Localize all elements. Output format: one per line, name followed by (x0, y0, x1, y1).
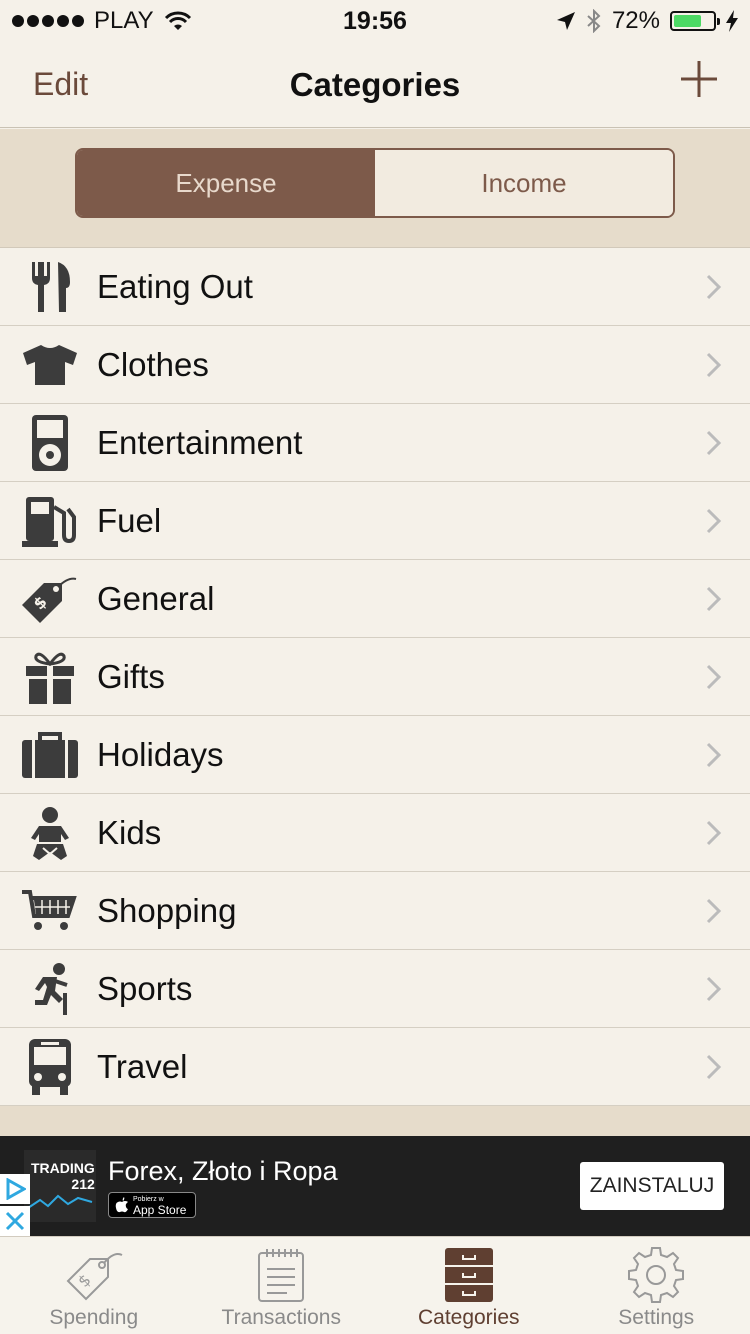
plus-icon (681, 61, 717, 97)
status-bar: PLAY 19:56 72% (0, 0, 750, 40)
chevron-right-icon (706, 586, 722, 612)
navigation-bar: Edit Categories (0, 40, 750, 128)
category-row-gifts[interactable]: Gifts (0, 638, 750, 716)
category-row-travel[interactable]: Travel (0, 1028, 750, 1106)
list-footer-background (0, 1106, 750, 1136)
shopping-cart-icon (22, 884, 78, 938)
status-right: 72% (556, 7, 738, 35)
chevron-right-icon (706, 1054, 722, 1080)
category-label: Holidays (97, 735, 224, 773)
bus-icon (22, 1039, 78, 1095)
category-label: Entertainment (97, 423, 303, 461)
chevron-right-icon (706, 664, 722, 690)
category-label: General (97, 579, 215, 617)
location-arrow-icon (556, 12, 575, 30)
category-label: Clothes (97, 345, 209, 383)
gift-icon (22, 650, 78, 704)
gear-icon (626, 1245, 686, 1305)
category-row-holidays[interactable]: Holidays (0, 716, 750, 794)
price-tag-icon: $ (64, 1245, 124, 1305)
bluetooth-icon (587, 9, 601, 33)
category-label: Eating Out (97, 267, 253, 305)
chevron-right-icon (706, 820, 722, 846)
app-store-badge[interactable]: Pobierz w App Store (108, 1192, 196, 1218)
runner-icon (22, 962, 78, 1016)
tab-label: Categories (417, 1306, 520, 1329)
category-row-shopping[interactable]: Shopping (0, 872, 750, 950)
chevron-right-icon (706, 274, 722, 300)
drawers-icon (439, 1245, 499, 1305)
svg-text:$: $ (74, 1270, 95, 1291)
category-row-clothes[interactable]: Clothes (0, 326, 750, 404)
charging-bolt-icon (726, 10, 738, 32)
ad-banner[interactable]: TRADING 212 Forex, Złoto i Ropa Pobierz … (0, 1136, 750, 1236)
category-label: Travel (97, 1047, 188, 1085)
tab-spending[interactable]: $ Spending (0, 1237, 188, 1334)
chevron-right-icon (706, 742, 722, 768)
ad-app-logo[interactable]: TRADING 212 (24, 1150, 96, 1222)
segment-expense[interactable]: Expense (77, 150, 375, 216)
ad-choices-button[interactable] (0, 1174, 30, 1204)
chevron-right-icon (706, 430, 722, 456)
segment-area: Expense Income (0, 129, 750, 248)
category-row-sports[interactable]: Sports (0, 950, 750, 1028)
price-tag-icon: $ (22, 572, 78, 626)
close-icon (5, 1211, 25, 1231)
baby-icon (22, 806, 78, 860)
tab-settings[interactable]: Settings (563, 1237, 750, 1334)
segment-income[interactable]: Income (375, 150, 673, 216)
tshirt-icon (22, 338, 78, 392)
category-label: Fuel (97, 501, 162, 539)
fuel-pump-icon (22, 494, 78, 548)
chevron-right-icon (706, 976, 722, 1002)
category-label: Kids (97, 813, 162, 851)
install-button[interactable]: ZAINSTALUJ (580, 1162, 724, 1210)
tab-label: Transactions (221, 1306, 341, 1329)
category-label: Sports (97, 969, 193, 1007)
tab-label: Settings (618, 1306, 695, 1329)
tab-bar: $ Spending Transactions Categories Setti… (0, 1236, 750, 1334)
tab-categories[interactable]: Categories (375, 1237, 563, 1334)
chevron-right-icon (706, 898, 722, 924)
category-label: Shopping (97, 891, 237, 929)
fork-knife-icon (22, 260, 78, 314)
page-title: Categories (289, 66, 461, 103)
tab-transactions[interactable]: Transactions (188, 1237, 376, 1334)
suitcase-icon (22, 728, 78, 782)
tab-label: Spending (49, 1306, 139, 1329)
type-segmented-control: Expense Income (75, 148, 675, 218)
battery-icon (670, 11, 720, 31)
add-category-button[interactable] (678, 58, 720, 100)
category-row-general[interactable]: $ General (0, 560, 750, 638)
category-row-kids[interactable]: Kids (0, 794, 750, 872)
ipod-icon (22, 415, 78, 471)
ad-close-button[interactable] (0, 1206, 30, 1236)
category-row-fuel[interactable]: Fuel (0, 482, 750, 560)
store-label: App Store (133, 1203, 187, 1217)
notepad-icon (251, 1245, 311, 1305)
ad-title: Forex, Złoto i Ropa (108, 1156, 338, 1186)
apple-icon (115, 1197, 128, 1213)
ad-chart-graphic (27, 1194, 93, 1209)
category-row-entertainment[interactable]: Entertainment (0, 404, 750, 482)
battery-percent: 72% (611, 7, 660, 34)
category-row-eating-out[interactable]: Eating Out (0, 248, 750, 326)
category-label: Gifts (97, 657, 165, 695)
ad-choices-icon (6, 1178, 26, 1200)
chevron-right-icon (706, 352, 722, 378)
category-list: Eating Out Clothes Entertainment Fuel $ … (0, 248, 750, 1106)
chevron-right-icon (706, 508, 722, 534)
